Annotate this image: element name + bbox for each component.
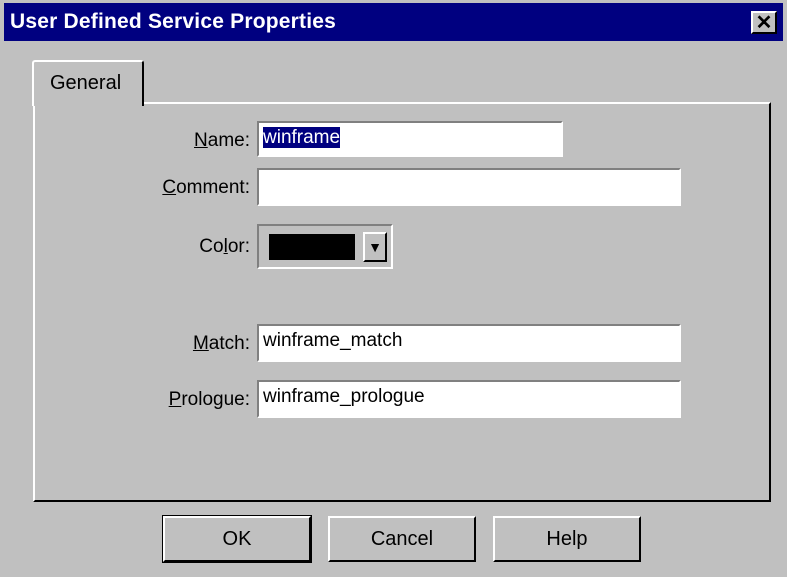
cancel-button-label: Cancel	[370, 527, 434, 550]
ok-button[interactable]: OK	[162, 515, 312, 563]
close-icon: ✕	[755, 11, 773, 34]
tab-general[interactable]: General	[32, 60, 144, 106]
tab-panel-general	[33, 102, 771, 502]
color-label: Color:	[199, 236, 250, 257]
name-input-value: winframe	[263, 127, 341, 148]
chevron-down-icon: ▼	[368, 239, 382, 255]
match-input[interactable]: winframe_match	[257, 324, 681, 362]
close-button[interactable]: ✕	[751, 11, 777, 34]
help-button-label: Help	[546, 527, 588, 550]
dialog-window: User Defined Service Properties ✕ Genera…	[0, 0, 787, 577]
color-picker[interactable]: ▼	[257, 224, 393, 269]
prologue-label: Prologue:	[168, 389, 250, 410]
tab-general-label: General	[50, 72, 122, 94]
ok-button-label: OK	[222, 527, 252, 550]
match-input-value: winframe_match	[263, 330, 403, 351]
comment-input[interactable]	[257, 168, 681, 206]
name-label: Name:	[194, 130, 250, 151]
prologue-input[interactable]: winframe_prologue	[257, 380, 681, 418]
color-swatch	[269, 234, 355, 260]
help-button[interactable]: Help	[493, 516, 641, 562]
prologue-input-value: winframe_prologue	[263, 386, 425, 407]
window-title: User Defined Service Properties	[10, 10, 337, 33]
match-label: Match:	[192, 333, 250, 354]
comment-label: Comment:	[162, 177, 250, 198]
name-input[interactable]: winframe	[257, 121, 563, 157]
color-dropdown-button[interactable]: ▼	[363, 232, 387, 262]
cancel-button[interactable]: Cancel	[328, 516, 476, 562]
title-bar[interactable]: User Defined Service Properties ✕	[4, 3, 783, 41]
